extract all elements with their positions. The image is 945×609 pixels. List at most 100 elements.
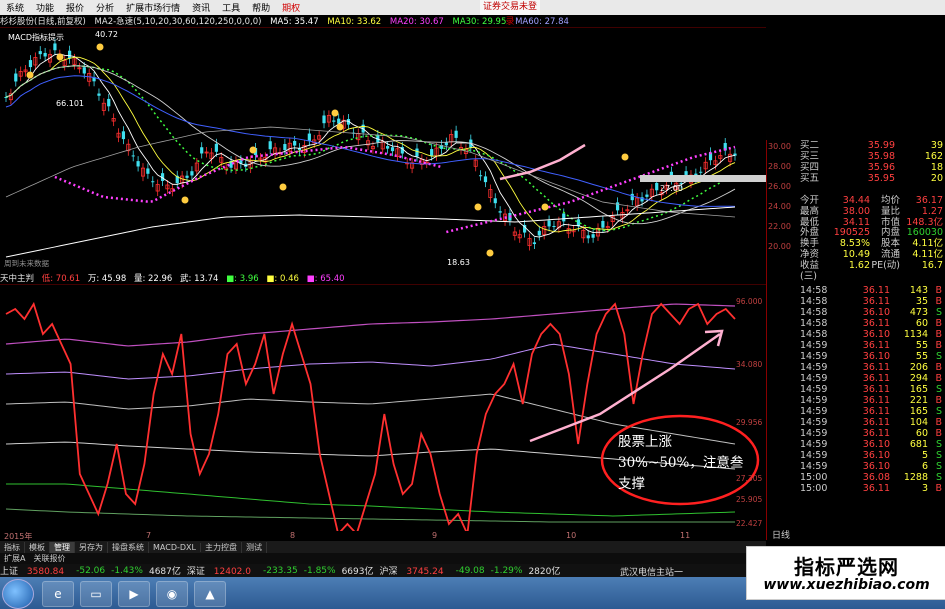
candle-body [97,93,101,96]
menu-tools[interactable]: 工具 [216,1,246,14]
bid-row[interactable]: 买三 35.98 162 [800,151,945,162]
candle-body [82,67,86,74]
ma20-line [5,65,736,232]
ind-axis-tick: 29.956 [736,418,762,427]
highlight-bar [640,175,766,182]
value-label-2: 66.101 [56,99,84,108]
bid-row[interactable]: 买二 35.99 39 [800,140,945,151]
menu-info[interactable]: 资讯 [186,1,216,14]
ma20-label: MA20: 30.67 [389,17,444,27]
ma60-line [5,75,736,207]
tick-row: 14:58 36.10 1134 B [800,329,942,340]
candle-body [562,213,566,222]
tab-trade-system[interactable]: 操盘系统 [108,541,149,553]
tab-related-quote[interactable]: 关联报价 [29,553,69,564]
watermark-url: www.xuezhibiao.com [763,577,930,593]
ma5-label: MA5: 35.47 [270,17,319,27]
tab-test[interactable]: 测试 [242,541,267,553]
price-tick: 30.00 [768,142,791,151]
macd-hint: MACD指标提示 [8,32,64,42]
candle-body [322,115,326,124]
price-tick: 26.00 [768,182,791,191]
tick-row: 14:59 36.11 165 S [800,406,942,417]
kline-chart[interactable]: 27.00 MACD指标提示 40.72 18.63 周到未来数据 66.101 [0,27,766,270]
candle-body [454,130,458,138]
candle-body [591,234,595,238]
app-icon[interactable]: ◉ [156,581,188,607]
login-status[interactable]: 证券交易未登录 [480,0,540,27]
candle-body [415,148,419,157]
menu-help[interactable]: 帮助 [246,1,276,14]
candle-body [332,120,336,122]
candle-body [68,50,72,59]
media-icon[interactable]: ▶ [118,581,150,607]
folder-icon[interactable]: ▭ [80,581,112,607]
low-price-label: 18.63 [447,258,470,267]
tab-save-as[interactable]: 另存为 [75,541,108,553]
tick-row: 14:58 36.11 60 B [800,318,942,329]
price-tick: 28.00 [768,162,791,171]
menu-quote[interactable]: 报价 [60,1,90,14]
tab-ext-a[interactable]: 扩展A [0,553,29,564]
candle-body [293,140,297,146]
tick-row: 14:59 36.11 206 B [800,362,942,373]
start-button[interactable] [2,579,34,609]
candle-body [547,220,551,227]
bottom-tabs: 扩展A 关联报价 [0,553,766,564]
price-tick: 20.00 [768,242,791,251]
x-axis: 2015年 7 8 9 10 11 [0,531,766,541]
ie-icon[interactable]: e [42,581,74,607]
tab-manage[interactable]: 管理 [50,541,75,553]
menu-analysis[interactable]: 分析 [90,1,120,14]
menu-options[interactable]: 期权 [276,1,306,14]
ind-axis-tick: 25.905 [736,495,762,504]
x-tick: 10 [566,531,577,540]
signal-dot [279,183,287,191]
indicator-value: 低: 70.61 [41,274,81,284]
indicator-value: 万: 45.98 [87,274,127,284]
signal-dot [474,203,482,211]
tab-main-control[interactable]: 主力控盘 [201,541,242,553]
ma120-line [5,126,736,218]
ind-axis-tick: 34.080 [736,360,762,369]
menu-system[interactable]: 系统 [0,1,30,14]
candle-body [136,161,140,167]
stock-app-icon[interactable]: ▲ [194,581,226,607]
ind-axis-tick: 22.427 [736,519,762,528]
signal-dot [331,109,339,117]
tab-indicator[interactable]: 指标 [0,541,25,553]
ma-params: MA2-急速(5,10,20,30,60,120,250,0,0,0) [94,17,262,27]
tab-macd-dxl[interactable]: MACD-DXL [149,542,201,552]
bid-row[interactable]: 买五 35.95 20 [800,173,945,184]
status-item: 深证 12402.0 [186,567,251,577]
candle-body [537,230,541,236]
candle-body [185,175,189,178]
candle-body [14,73,18,82]
status-item: -233.35 [262,565,298,576]
candle-body [307,133,311,142]
tick-row: 14:58 36.10 473 S [800,307,942,318]
status-item: -1.85% [303,565,336,576]
candle-body [498,211,502,213]
candle-body [386,146,390,149]
candle-body [200,147,204,154]
tab-template[interactable]: 模板 [25,541,50,553]
signal-dot [486,249,494,257]
indicator-value: ■: 0.46 [266,274,299,284]
menu-function[interactable]: 功能 [30,1,60,14]
candle-body [28,60,33,68]
status-item: -1.29% [490,565,523,576]
watermark: 指标严选网 www.xuezhibiao.com [746,546,945,600]
future-data-label: 周到未来数据 [4,258,49,268]
price-tick: 22.00 [768,222,791,231]
ma30-label: MA30: 29.95 [452,17,507,27]
tick-row: 14:59 36.11 221 B [800,395,942,406]
tick-row: 14:59 36.10 681 S [800,439,942,450]
bid-row[interactable]: 买四 35.96 18 [800,162,945,173]
candle-body [131,155,135,157]
candle-body [390,147,395,152]
menu-ext-market[interactable]: 扩展市场行情 [120,1,186,14]
candle-body [645,194,649,197]
daily-tab[interactable]: 日线 [766,528,796,541]
signal-dot [336,123,344,131]
